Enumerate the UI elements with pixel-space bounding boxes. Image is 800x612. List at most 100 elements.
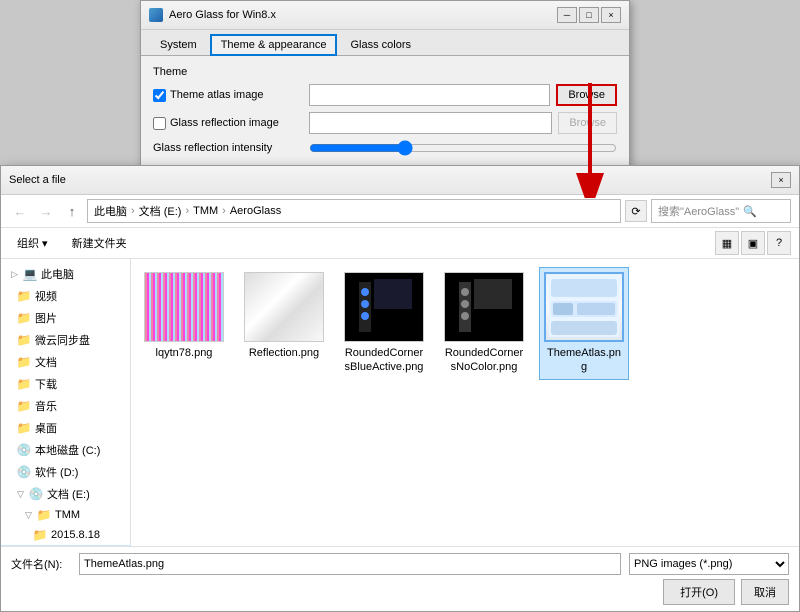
folder-icon-video: 📁 [17,289,31,303]
reflection-checkbox[interactable] [153,117,166,130]
pc-icon: 💻 [23,267,37,281]
refresh-button[interactable]: ⟳ [625,200,647,222]
sidebar-item-pc[interactable]: ▷ 💻 此电脑 [1,263,130,285]
new-folder-button[interactable]: 新建文件夹 [64,231,135,255]
file-item-themeatlas[interactable]: ThemeAtlas.png [539,267,629,380]
back-button[interactable]: ← [9,200,31,222]
reflection-input[interactable] [309,112,552,134]
file-name-rounded-nocolor: RoundedCornersNoColor.png [444,346,524,375]
drive-icon-e: 💿 [29,487,43,501]
up-button[interactable]: ↑ [61,200,83,222]
sidebar-item-pics[interactable]: 📁 图片 [1,307,130,329]
sidebar-item-music[interactable]: 📁 音乐 [1,395,130,417]
file-thumbnail-rounded-active [344,272,424,342]
file-dialog-title: Select a file [9,174,66,186]
sidebar-label-pc: 此电脑 [41,266,74,282]
atlas-checkbox[interactable] [153,89,166,102]
file-name-lqytn: lqytn78.png [156,346,213,360]
sidebar-item-tmm[interactable]: ▽ 📁 TMM [1,505,130,525]
sidebar-item-video[interactable]: 📁 视频 [1,285,130,307]
settings-title: Aero Glass for Win8.x [169,9,276,21]
reflection-checkbox-label[interactable]: Glass reflection image [153,117,303,130]
search-box[interactable]: 搜索"AeroGlass" 🔍 [651,199,791,223]
sidebar-label-downloads: 下载 [35,376,57,392]
sidebar-item-docs[interactable]: 📁 文档 [1,351,130,373]
cancel-button[interactable]: 取消 [741,579,789,605]
filename-label: 文件名(N): [11,556,71,572]
settings-titlebar: Aero Glass for Win8.x ─ □ × [141,1,629,30]
atlas-input[interactable] [309,84,550,106]
organize-button[interactable]: 组织 ▾ [9,231,56,255]
sidebar-label-docsE: 文档 (E:) [47,486,90,502]
filename-input[interactable] [79,553,621,575]
help-button[interactable]: ? [767,231,791,255]
view-btn-grid[interactable]: ▦ [715,231,739,255]
folder-icon-date: 📁 [33,528,47,542]
filetype-select[interactable]: PNG images (*.png) [629,553,789,575]
rounded-nocolor-svg [454,277,514,337]
sidebar-label-weiyun: 微云同步盘 [35,332,90,348]
drive-icon-d: 💿 [17,465,31,479]
close-button[interactable]: × [601,7,621,23]
folder-icon-tmm: 📁 [37,508,51,522]
file-thumbnail-lqytn [144,272,224,342]
file-thumbnail-themeatlas [544,272,624,342]
sidebar-item-date[interactable]: 📁 2015.8.18 [1,525,130,545]
atlas-browse-button[interactable]: Browse [556,84,617,106]
breadcrumb[interactable]: 此电脑 › 文档 (E:) › TMM › AeroGlass [87,199,621,223]
expand-icon-docsE: ▽ [17,489,25,500]
theme-section-label: Theme [153,66,617,78]
view-buttons: ▦ ▣ ? [715,231,791,255]
settings-content: Theme Theme atlas image Browse Glass ref… [141,56,629,166]
breadcrumb-part-1: 文档 (E:) [139,203,182,219]
app-icon [149,8,163,22]
file-item-rounded-nocolor[interactable]: RoundedCornersNoColor.png [439,267,529,380]
window-controls: ─ □ × [557,7,621,23]
sidebar-label-softD: 软件 (D:) [35,464,78,480]
file-item-reflection[interactable]: Reflection.png [239,267,329,380]
intensity-slider[interactable] [309,140,617,156]
sidebar-label-video: 视频 [35,288,57,304]
file-dialog-titlebar: Select a file × [1,166,799,195]
sidebar-item-downloads[interactable]: 📁 下载 [1,373,130,395]
folder-icon-docs: 📁 [17,355,31,369]
tab-system[interactable]: System [149,34,208,55]
action-buttons: 打开(O) 取消 [11,579,789,605]
sidebar-item-desktop[interactable]: 📁 桌面 [1,417,130,439]
tab-theme-appearance[interactable]: Theme & appearance [210,34,338,56]
sidebar-item-localC[interactable]: 💿 本地磁盘 (C:) [1,439,130,461]
sidebar-item-docsE[interactable]: ▽ 💿 文档 (E:) [1,483,130,505]
file-sidebar: ▷ 💻 此电脑 📁 视频 📁 图片 📁 微云同步盘 📁 文档 📁 [1,259,131,546]
breadcrumb-sep-0: › [131,205,135,217]
intensity-row: Glass reflection intensity [153,140,617,156]
file-item-lqytn[interactable]: lqytn78.png [139,267,229,380]
breadcrumb-part-2: TMM [193,205,218,217]
minimize-button[interactable]: ─ [557,7,577,23]
file-main-area: ▷ 💻 此电脑 📁 视频 📁 图片 📁 微云同步盘 📁 文档 📁 [1,259,799,546]
sidebar-item-weiyun[interactable]: 📁 微云同步盘 [1,329,130,351]
atlas-label-text: Theme atlas image [170,89,264,101]
settings-tabs: System Theme & appearance Glass colors [141,30,629,56]
breadcrumb-part-0: 此电脑 [94,203,127,219]
breadcrumb-sep-1: › [185,205,189,217]
tab-glass-colors[interactable]: Glass colors [339,34,422,55]
breadcrumb-sep-2: › [222,205,226,217]
sidebar-label-pics: 图片 [35,310,57,326]
forward-button[interactable]: → [35,200,57,222]
reflection-browse-button[interactable]: Browse [558,112,617,134]
file-thumbnail-rounded-nocolor [444,272,524,342]
expand-icon-tmm: ▽ [25,510,33,521]
sidebar-item-softD[interactable]: 💿 软件 (D:) [1,461,130,483]
open-button[interactable]: 打开(O) [663,579,735,605]
view-btn-list[interactable]: ▣ [741,231,765,255]
file-action-toolbar: 组织 ▾ 新建文件夹 ▦ ▣ ? [1,228,799,259]
search-placeholder: 搜索"AeroGlass" [658,203,739,219]
atlas-checkbox-label[interactable]: Theme atlas image [153,89,303,102]
maximize-button[interactable]: □ [579,7,599,23]
atlas-row: Theme atlas image Browse [153,84,617,106]
file-name-reflection: Reflection.png [249,346,319,360]
folder-icon-downloads: 📁 [17,377,31,391]
file-dialog-close-button[interactable]: × [771,172,791,188]
sidebar-label-localC: 本地磁盘 (C:) [35,442,100,458]
file-item-rounded-active[interactable]: RoundedCornersBlueActive.png [339,267,429,380]
